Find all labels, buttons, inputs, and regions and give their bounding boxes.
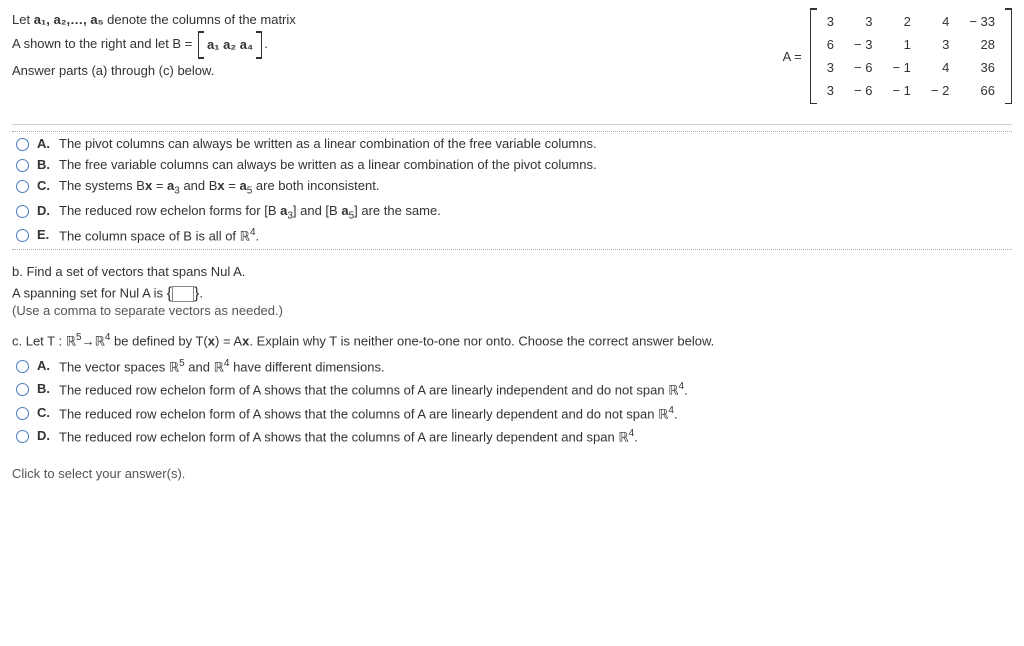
option-row[interactable]: B. The free variable columns can always b…: [12, 154, 1012, 175]
nul-a-input[interactable]: [172, 286, 194, 302]
line3: Answer parts (a) through (c) below.: [12, 59, 763, 82]
radio-button[interactable]: [16, 360, 29, 373]
matrix-cell: − 3: [844, 33, 882, 56]
option-row[interactable]: D. The reduced row echelon forms for [B a…: [12, 200, 1012, 225]
matrix-cell: 36: [959, 56, 1005, 79]
matrix-cell: 3: [844, 10, 882, 33]
option-text: The column space of B is all of ℝ4.: [59, 227, 1012, 244]
option-text: The reduced row echelon form of A shows …: [59, 405, 1012, 422]
matrix-cell: 66: [959, 79, 1005, 102]
line1-vars: a₁, a₂,…, a₅: [34, 12, 104, 27]
matrix-cell: − 6: [844, 56, 882, 79]
option-text: The reduced row echelon form of A shows …: [59, 381, 1012, 398]
part-b-hint: (Use a comma to separate vectors as need…: [12, 303, 1012, 318]
matrix-cell: 2: [882, 10, 920, 33]
option-letter: C.: [37, 405, 53, 420]
problem-header: Let a₁, a₂,…, a₅ denote the columns of t…: [12, 8, 1012, 104]
option-letter: D.: [37, 428, 53, 443]
radio-button[interactable]: [16, 180, 29, 193]
option-letter: B.: [37, 157, 53, 172]
options-group-c: A. The vector spaces ℝ5 and ℝ4 have diffe…: [12, 355, 1012, 448]
matrix-cell: 3: [817, 56, 844, 79]
option-text: The reduced row echelon forms for [B a3]…: [59, 203, 1012, 222]
radio-button[interactable]: [16, 383, 29, 396]
radio-button[interactable]: [16, 430, 29, 443]
matrix-a-table: 3324− 336− 313283− 6− 14363− 6− 1− 266: [817, 10, 1005, 102]
matrix-a-block: A = 3324− 336− 313283− 6− 14363− 6− 1− 2…: [783, 8, 1012, 104]
option-row[interactable]: E. The column space of B is all of ℝ4.: [12, 224, 1012, 249]
option-letter: E.: [37, 227, 53, 242]
radio-button[interactable]: [16, 205, 29, 218]
matrix-cell: 4: [921, 56, 959, 79]
option-text: The free variable columns can always be …: [59, 157, 1012, 172]
option-text: The reduced row echelon form of A shows …: [59, 428, 1012, 445]
matrix-cell: 4: [921, 10, 959, 33]
option-row[interactable]: C. The reduced row echelon form of A show…: [12, 402, 1012, 425]
line2-post: .: [264, 37, 268, 52]
radio-button[interactable]: [16, 159, 29, 172]
matrix-cell: 28: [959, 33, 1005, 56]
option-row[interactable]: A. The pivot columns can always be writte…: [12, 131, 1012, 154]
matrix-cell: − 1: [882, 79, 920, 102]
line1-post: denote the columns of the matrix: [104, 12, 296, 27]
option-text: The vector spaces ℝ5 and ℝ4 have differe…: [59, 358, 1012, 375]
radio-button[interactable]: [16, 407, 29, 420]
matrix-cell: 3: [817, 10, 844, 33]
option-row[interactable]: D. The reduced row echelon form of A show…: [12, 425, 1012, 448]
matrix-cell: 3: [817, 79, 844, 102]
matrix-cell: 6: [817, 33, 844, 56]
option-letter: B.: [37, 381, 53, 396]
option-row[interactable]: C. The systems Bx = a3 and Bx = a5 are bo…: [12, 175, 1012, 200]
radio-button[interactable]: [16, 138, 29, 151]
option-row[interactable]: B. The reduced row echelon form of A show…: [12, 378, 1012, 401]
matrix-cell: − 2: [921, 79, 959, 102]
radio-button[interactable]: [16, 229, 29, 242]
line1-pre: Let: [12, 12, 34, 27]
part-c-prompt: c. Let T : ℝ5→ℝ4 be defined by T(x) = Ax…: [12, 332, 1012, 349]
matrix-cell: 1: [882, 33, 920, 56]
matrix-cell: − 6: [844, 79, 882, 102]
options-group-a: A. The pivot columns can always be writte…: [12, 131, 1012, 250]
option-text: The systems Bx = a3 and Bx = a5 are both…: [59, 178, 1012, 197]
option-row[interactable]: A. The vector spaces ℝ5 and ℝ4 have diffe…: [12, 355, 1012, 378]
line2-pre: A shown to the right and let B =: [12, 37, 196, 52]
matrix-cell: − 1: [882, 56, 920, 79]
footer-instruction: Click to select your answer(s).: [12, 466, 1012, 481]
matrix-cell: − 33: [959, 10, 1005, 33]
problem-statement: Let a₁, a₂,…, a₅ denote the columns of t…: [12, 8, 763, 82]
option-letter: D.: [37, 203, 53, 218]
matrix-b-def: a₁ a₂ a₄: [198, 31, 262, 58]
matrix-a-label: A =: [783, 49, 802, 64]
matrix-a: 3324− 336− 313283− 6− 14363− 6− 1− 266: [810, 8, 1012, 104]
option-text: The pivot columns can always be written …: [59, 136, 1012, 151]
part-b-answer-line: A spanning set for Nul A is {}.: [12, 285, 1012, 303]
option-letter: C.: [37, 178, 53, 193]
part-b-prompt: b. Find a set of vectors that spans Nul …: [12, 264, 1012, 279]
matrix-cell: 3: [921, 33, 959, 56]
divider: [12, 124, 1012, 125]
option-letter: A.: [37, 136, 53, 151]
option-letter: A.: [37, 358, 53, 373]
